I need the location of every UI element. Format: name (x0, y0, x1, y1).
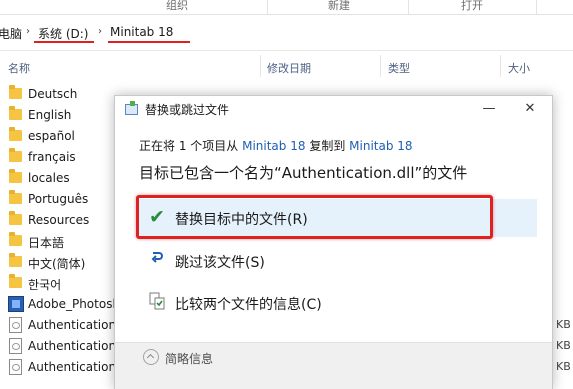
file-icon (9, 338, 22, 354)
close-button[interactable]: ✕ (513, 96, 547, 121)
column-header-modified[interactable]: 修改日期 (267, 60, 311, 76)
replace-or-skip-dialog: 替换或跳过文件 — ✕ 正在将 1 个项目从 Minitab 18 复制到 Mi… (114, 95, 553, 389)
conflict-message: 目标已包含一个名为“Authentication.dll”的文件 (139, 164, 468, 182)
file-name: locales (28, 171, 70, 185)
ribbon-divider (536, 0, 537, 14)
file-name: 日本語 (28, 236, 65, 250)
folder-icon (9, 148, 22, 162)
folder-icon (9, 106, 22, 120)
column-header-type[interactable]: 类型 (388, 60, 410, 76)
file-name: Português (28, 192, 89, 206)
copy-progress-text: 正在将 1 个项目从 Minitab 18 复制到 Minitab 18 (139, 137, 413, 154)
file-name: AuthenticationD (28, 360, 126, 374)
file-icon (9, 317, 22, 333)
breadcrumb-this-pc[interactable]: 电脑 (0, 25, 22, 42)
file-name: Authentication. (28, 318, 120, 332)
folder-icon (9, 253, 22, 267)
file-name: Resources (28, 213, 90, 227)
folder-icon (9, 127, 22, 141)
column-header-name[interactable]: 名称 (8, 60, 30, 76)
file-size: KB (556, 339, 571, 352)
folder-icon (9, 211, 22, 225)
file-name: Deutsch (28, 87, 78, 101)
skip-option-label: 跳过该文件(S) (175, 255, 265, 271)
breadcrumb-chevron-icon[interactable]: › (26, 26, 30, 37)
file-size: KB (556, 360, 571, 373)
address-bar[interactable]: 电脑 › 系统 (D:) › Minitab 18 (0, 16, 573, 51)
chevron-up-icon[interactable] (143, 349, 159, 365)
folder-icon (9, 169, 22, 183)
destination-folder-link[interactable]: Minitab 18 (349, 139, 412, 153)
skip-arrow-icon (151, 252, 163, 263)
file-name: español (28, 129, 75, 143)
minimize-button[interactable]: — (472, 96, 506, 121)
file-name: Adobe_Photosh (28, 297, 121, 311)
annotation-highlight-box (136, 195, 493, 239)
breadcrumb-folder[interactable]: Minitab 18 (110, 25, 173, 39)
ribbon-group-labels: 组织 新建 打开 (0, 0, 573, 15)
progress-prefix: 正在将 1 个项目从 (139, 139, 239, 153)
file-size: KB (556, 318, 571, 331)
dialog-titlebar[interactable]: 替换或跳过文件 — ✕ (115, 96, 552, 121)
folder-icon (9, 232, 22, 246)
skip-file-option[interactable]: 跳过该文件(S) (139, 242, 537, 280)
ribbon-group-open: 打开 (461, 0, 483, 12)
column-divider[interactable] (500, 55, 501, 77)
compare-option-label: 比较两个文件的信息(C) (175, 297, 322, 313)
folder-icon (9, 85, 22, 99)
file-icon (9, 359, 22, 375)
dialog-title: 替换或跳过文件 (145, 103, 230, 117)
folder-icon (9, 274, 22, 288)
fewer-details-toggle[interactable]: 简略信息 (165, 350, 213, 367)
breadcrumb-drive[interactable]: 系统 (D:) (38, 25, 88, 42)
source-folder-link[interactable]: Minitab 18 (242, 139, 305, 153)
annotation-underline (34, 41, 94, 43)
annotation-underline (108, 41, 190, 43)
file-name: 中文(简体) (28, 257, 86, 271)
copy-operation-icon (125, 101, 138, 115)
file-name: AuthenticationC (28, 339, 125, 353)
breadcrumb-chevron-icon[interactable]: › (98, 26, 102, 37)
ribbon-divider (267, 0, 268, 14)
compare-files-icon (149, 292, 165, 310)
progress-mid: 复制到 (309, 139, 346, 153)
file-name: English (28, 108, 72, 122)
column-header-size[interactable]: 大小 (508, 60, 530, 76)
folder-icon (9, 190, 22, 204)
compare-files-option[interactable]: 比较两个文件的信息(C) (139, 284, 537, 322)
file-name: français (28, 150, 76, 164)
ribbon-divider (408, 0, 409, 14)
ribbon-group-organize: 组织 (166, 0, 188, 12)
file-name: 한국어 (28, 278, 62, 292)
ribbon-group-new: 新建 (328, 0, 350, 12)
column-divider[interactable] (380, 55, 381, 77)
column-divider[interactable] (260, 55, 261, 77)
application-icon (8, 296, 24, 312)
dialog-footer: 简略信息 (115, 342, 552, 389)
